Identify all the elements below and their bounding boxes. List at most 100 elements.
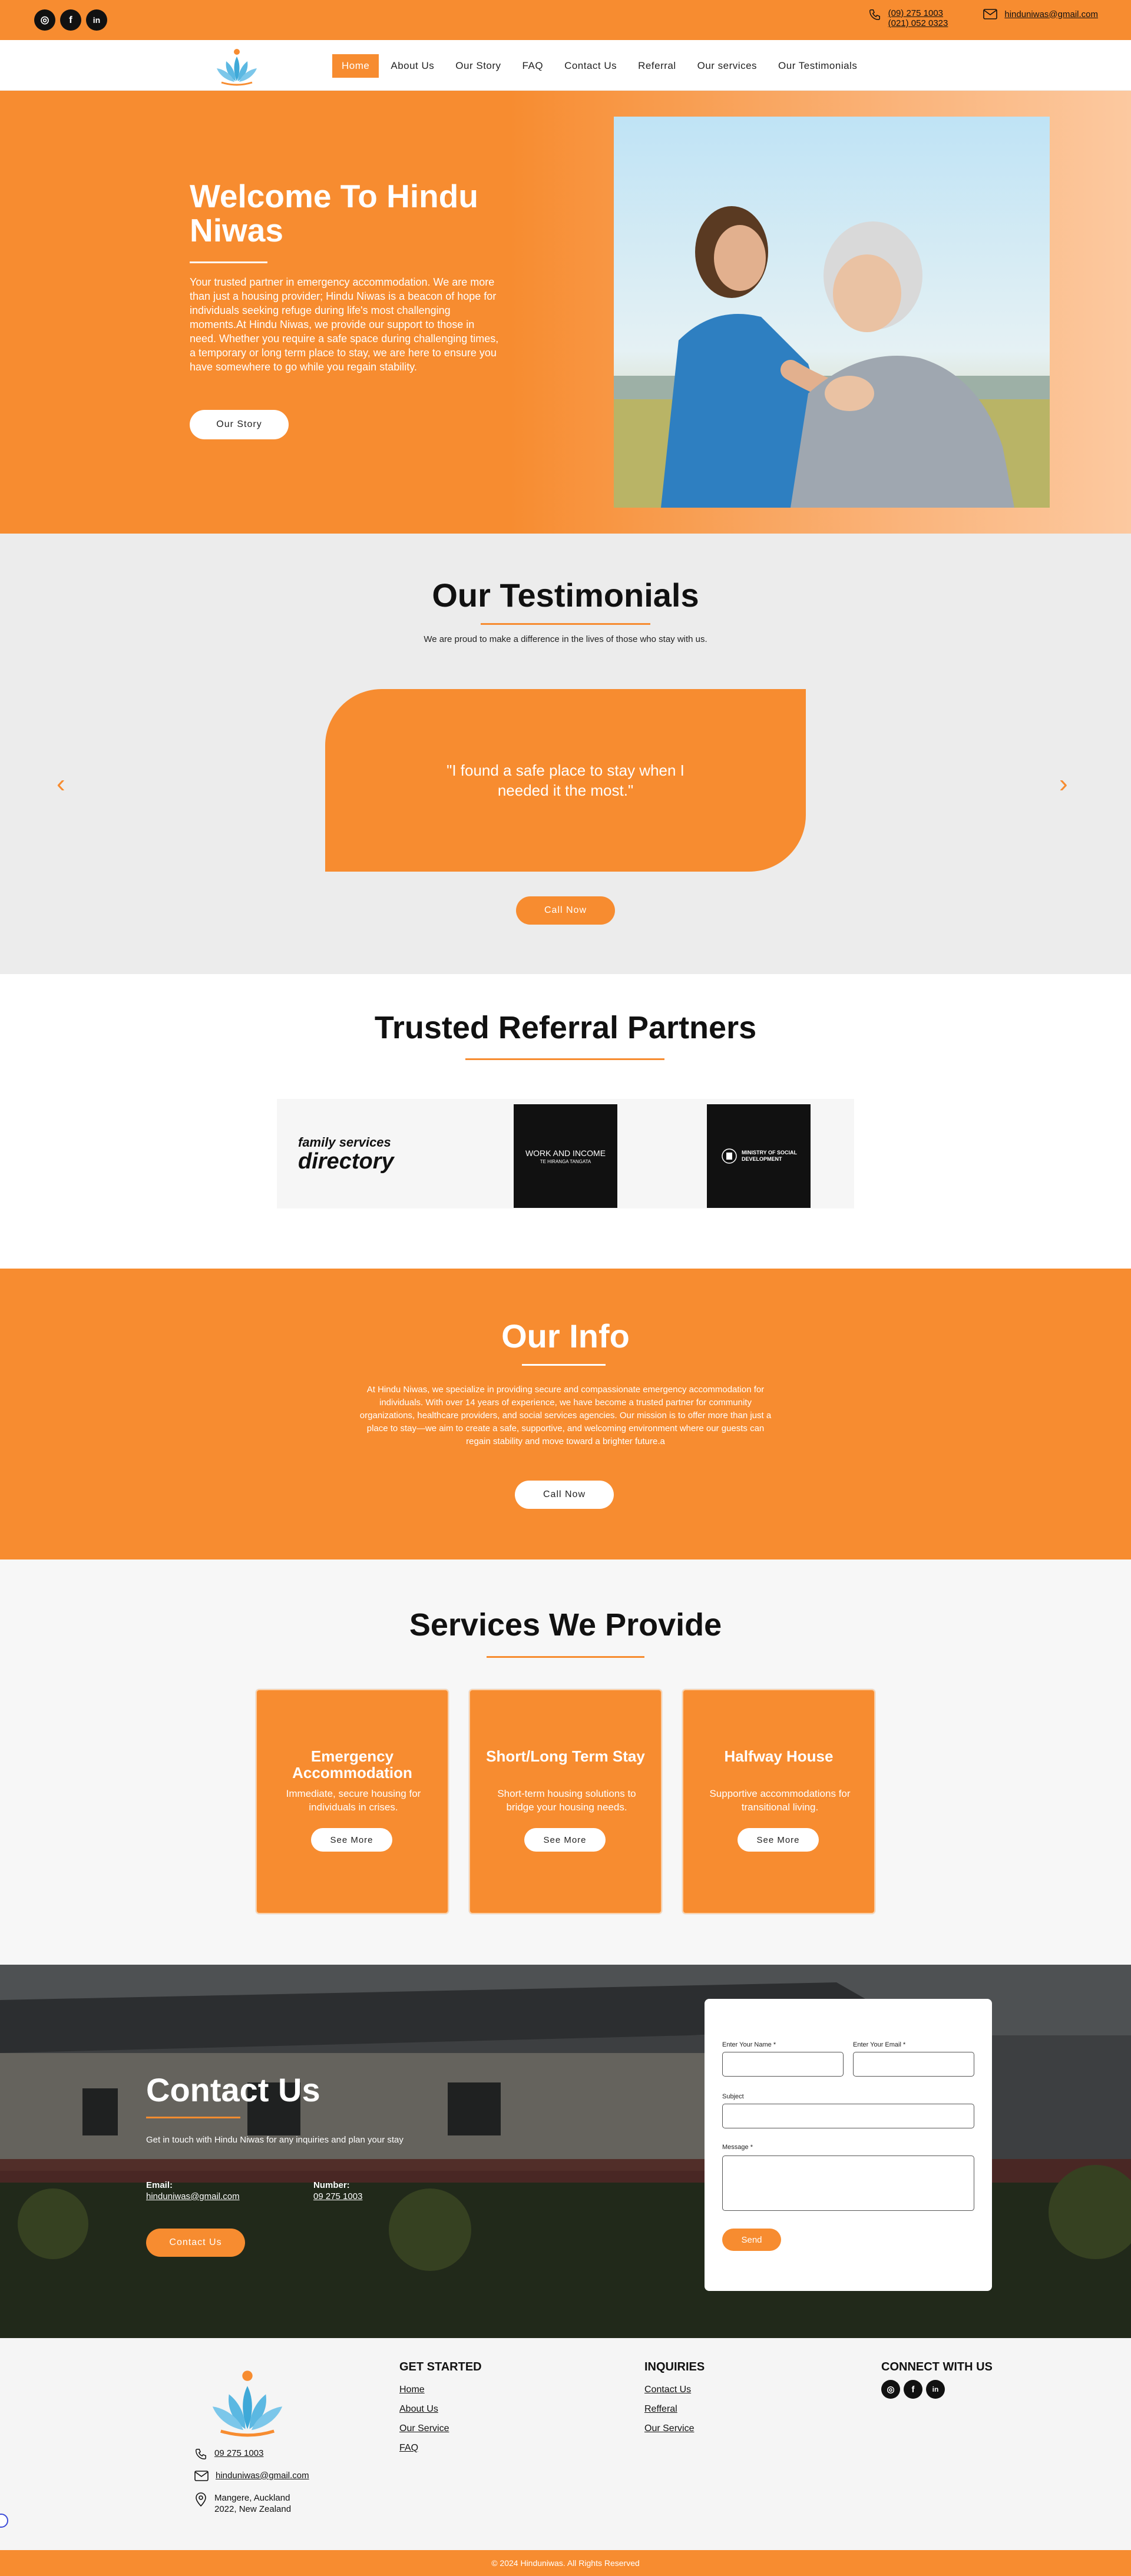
fsd-line1: family services <box>298 1135 391 1150</box>
contact-divider <box>146 2117 240 2118</box>
see-more-button-emergency[interactable]: See More <box>311 1828 392 1852</box>
footer-link-our-service-2[interactable]: Our Service <box>644 2419 705 2438</box>
copyright-text: © 2024 Hinduniwas. All Rights Reserved <box>491 2558 640 2568</box>
phone-icon <box>196 2449 206 2459</box>
top-phone-1[interactable]: (09) 275 1003 <box>888 8 948 18</box>
services-section: Services We Provide Emergency Accommodat… <box>0 1559 1131 1965</box>
footer-link-our-service[interactable]: Our Service <box>399 2419 482 2438</box>
wai-line2: TE HIRANGA TANGATA <box>540 1158 591 1164</box>
testimonial-quote: "I found a safe place to stay when I nee… <box>447 761 684 799</box>
service-card-short-long: Short/Long Term Stay Short-term housing … <box>469 1689 662 1914</box>
nav-our-story[interactable]: Our Story <box>446 54 510 78</box>
email-label: Enter Your Email * <box>853 2041 906 2048</box>
footer-get-started: GET STARTED Home About Us Our Service FA… <box>399 2360 482 2458</box>
social-links: ◎ f in <box>34 9 107 31</box>
service-title-halfway: Halfway House <box>724 1747 834 1765</box>
footer-email[interactable]: hinduniwas@gmail.com <box>194 2470 309 2482</box>
footer-email-text[interactable]: hinduniwas@gmail.com <box>216 2470 309 2481</box>
name-input[interactable] <box>722 2052 844 2077</box>
wai-line1: WORK AND INCOME <box>525 1148 606 1158</box>
hindu-niwas-logo[interactable] <box>210 46 264 87</box>
see-more-button-halfway[interactable]: See More <box>738 1828 819 1852</box>
chevron-left-icon[interactable]: ‹ <box>57 769 65 799</box>
email-input[interactable] <box>853 2052 974 2077</box>
service-title-short-long: Short/Long Term Stay <box>486 1747 645 1765</box>
hero-title: Welcome To Hindu Niwas <box>190 178 478 249</box>
nav-referral[interactable]: Referral <box>629 54 685 78</box>
hero-section: Welcome To Hindu Niwas Your trusted part… <box>0 91 1131 534</box>
linkedin-icon[interactable]: in <box>926 2380 945 2399</box>
get-started-title: GET STARTED <box>399 2360 482 2373</box>
contact-title: Contact Us <box>146 2071 320 2108</box>
contact-email-label: Email: <box>146 2180 173 2190</box>
footer-link-about-us[interactable]: About Us <box>399 2399 482 2419</box>
footer-phone[interactable]: 09 275 1003 <box>194 2448 263 2461</box>
main-nav: Home About Us Our Story FAQ Contact Us R… <box>0 40 1131 91</box>
info-title: Our Info <box>501 1317 630 1355</box>
our-story-button[interactable]: Our Story <box>190 410 289 439</box>
top-email[interactable]: hinduniwas@gmail.com <box>983 8 1098 20</box>
nav-about-us[interactable]: About Us <box>381 54 444 78</box>
contact-email[interactable]: hinduniwas@gmail.com <box>146 2191 240 2201</box>
send-button[interactable]: Send <box>722 2229 781 2251</box>
top-phone-2[interactable]: (021) 052 0323 <box>888 18 948 28</box>
services-title: Services We Provide <box>409 1607 722 1643</box>
hero-divider <box>190 261 267 263</box>
hero-image-caregiver <box>614 117 1050 508</box>
instagram-icon[interactable]: ◎ <box>34 9 55 31</box>
call-now-button[interactable]: Call Now <box>516 896 615 925</box>
footer-link-home[interactable]: Home <box>399 2380 482 2399</box>
footer-logo[interactable] <box>200 2365 295 2442</box>
referral-partners-section: Trusted Referral Partners family service… <box>0 974 1131 1269</box>
instagram-icon[interactable]: ◎ <box>881 2380 900 2399</box>
work-and-income-logo[interactable]: WORK AND INCOME TE HIRANGA TANGATA <box>514 1104 617 1208</box>
mail-icon <box>983 9 998 19</box>
contact-us-button[interactable]: Contact Us <box>146 2229 245 2257</box>
phone-icon <box>869 9 880 20</box>
nav-menu: Home About Us Our Story FAQ Contact Us R… <box>332 54 867 78</box>
connect-title: CONNECT WITH US <box>881 2360 993 2373</box>
our-info-section: Our Info At Hindu Niwas, we specialize i… <box>0 1269 1131 1559</box>
chevron-right-icon[interactable]: › <box>1059 769 1068 799</box>
top-bar: ◎ f in (09) 275 1003 (021) 052 0323 hind… <box>0 0 1131 40</box>
message-textarea[interactable] <box>722 2156 974 2211</box>
nav-our-testimonials[interactable]: Our Testimonials <box>769 54 867 78</box>
service-card-emergency: Emergency Accommodation Immediate, secur… <box>256 1689 449 1914</box>
partners-divider <box>465 1058 664 1060</box>
footer-connect: CONNECT WITH US ◎ f in <box>881 2360 993 2399</box>
footer-link-contact-us[interactable]: Contact Us <box>644 2380 705 2399</box>
top-email-text[interactable]: hinduniwas@gmail.com <box>1004 9 1098 19</box>
fsd-line2: directory <box>298 1149 394 1174</box>
contact-form: Enter Your Name * Enter Your Email * Sub… <box>705 1999 992 2291</box>
msd-logo[interactable]: MINISTRY OF SOCIAL DEVELOPMENT <box>707 1104 811 1208</box>
nav-home[interactable]: Home <box>332 54 379 78</box>
footer-phone-text[interactable]: 09 275 1003 <box>214 2448 263 2459</box>
facebook-icon[interactable]: f <box>904 2380 922 2399</box>
linkedin-icon[interactable]: in <box>86 9 107 31</box>
top-phones: (09) 275 1003 (021) 052 0323 <box>868 8 948 28</box>
nav-contact-us[interactable]: Contact Us <box>555 54 626 78</box>
name-label: Enter Your Name * <box>722 2041 776 2048</box>
footer-inquiries: INQUIRIES Contact Us Refferal Our Servic… <box>644 2360 705 2438</box>
facebook-icon[interactable]: f <box>60 9 81 31</box>
nz-crest-icon <box>722 1148 737 1164</box>
testimonials-title: Our Testimonials <box>432 577 699 614</box>
info-call-now-button[interactable]: Call Now <box>515 1481 614 1509</box>
nav-our-services[interactable]: Our services <box>688 54 766 78</box>
testimonials-subtitle: We are proud to make a difference in the… <box>424 634 707 644</box>
see-more-button-short-long[interactable]: See More <box>524 1828 606 1852</box>
subject-label: Subject <box>722 2093 744 2100</box>
info-divider <box>522 1364 606 1366</box>
footer-social-links: ◎ f in <box>881 2380 993 2399</box>
partners-title: Trusted Referral Partners <box>374 1010 757 1045</box>
top-contact: (09) 275 1003 (021) 052 0323 hinduniwas@… <box>868 8 1098 28</box>
nav-faq[interactable]: FAQ <box>513 54 553 78</box>
subject-input[interactable] <box>722 2104 974 2128</box>
hero-text: Your trusted partner in emergency accomm… <box>190 276 499 373</box>
contact-number[interactable]: 09 275 1003 <box>313 2191 362 2201</box>
footer-link-faq[interactable]: FAQ <box>399 2438 482 2458</box>
location-pin-icon <box>196 2492 206 2507</box>
contact-section: Contact Us Get in touch with Hindu Niwas… <box>0 1965 1131 2338</box>
family-services-directory-logo[interactable]: family services directory <box>298 1099 422 1208</box>
footer-link-refferal[interactable]: Refferal <box>644 2399 705 2419</box>
